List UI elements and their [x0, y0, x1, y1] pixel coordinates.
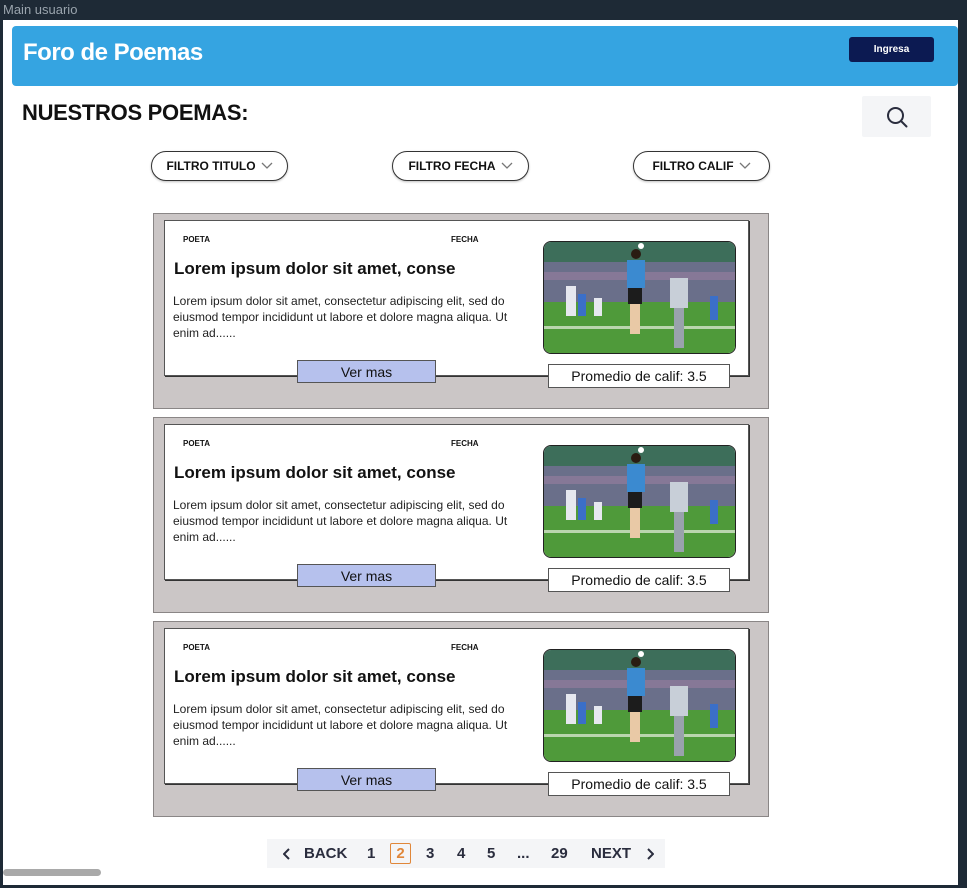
filter-fecha-dropdown[interactable]: FILTRO FECHA [392, 151, 529, 181]
poem-excerpt: Lorem ipsum dolor sit amet, consectetur … [173, 294, 508, 340]
filter-fecha-label: FILTRO FECHA [408, 159, 496, 173]
frame-label: Main usuario [3, 2, 78, 17]
poem-image [543, 649, 736, 762]
poem-image [543, 241, 736, 354]
filter-titulo-dropdown[interactable]: FILTRO TITULO [151, 151, 288, 181]
filter-calif-dropdown[interactable]: FILTRO CALIF [633, 151, 770, 181]
search-button[interactable] [862, 96, 931, 137]
poem-card: POETA FECHA Lorem ipsum dolor sit amet, … [153, 621, 769, 817]
poem-title: Lorem ipsum dolor sit amet, conse [174, 259, 456, 278]
chevron-down-icon [261, 162, 273, 169]
page-5[interactable]: 5 [487, 845, 495, 862]
pagination-back[interactable]: BACK [304, 845, 347, 862]
login-button[interactable]: Ingresa [849, 37, 934, 62]
poet-label: POETA [183, 643, 210, 652]
rating-badge: Promedio de calif: 3.5 [548, 364, 730, 388]
poet-label: POETA [183, 439, 210, 448]
chevron-right-icon[interactable] [646, 848, 654, 860]
poem-title: Lorem ipsum dolor sit amet, conse [174, 667, 456, 686]
rating-badge: Promedio de calif: 3.5 [548, 568, 730, 592]
poem-image [543, 445, 736, 558]
page-title: NUESTROS POEMAS: [22, 100, 249, 125]
main-canvas: Foro de Poemas Ingresa NUESTROS POEMAS: … [3, 20, 958, 885]
header-bar: Foro de Poemas Ingresa [12, 26, 958, 86]
poem-excerpt: Lorem ipsum dolor sit amet, consectetur … [173, 498, 508, 544]
page-ellipsis: ... [517, 845, 530, 862]
chevron-down-icon [739, 162, 751, 169]
poem-card-content: POETA FECHA Lorem ipsum dolor sit amet, … [164, 220, 749, 376]
football-photo-image [544, 446, 735, 557]
page-3[interactable]: 3 [426, 845, 434, 862]
ver-mas-button[interactable]: Ver mas [297, 768, 436, 791]
pagination-next[interactable]: NEXT [591, 845, 631, 862]
poem-card: POETA FECHA Lorem ipsum dolor sit amet, … [153, 213, 769, 409]
pagination: BACK 1 2 3 4 5 ... 29 NEXT [267, 839, 665, 868]
filter-titulo-label: FILTRO TITULO [166, 159, 256, 173]
football-photo-image [544, 242, 735, 353]
filter-calif-label: FILTRO CALIF [652, 159, 734, 173]
brand-title: Foro de Poemas [23, 39, 203, 66]
horizontal-scrollbar[interactable] [3, 869, 101, 876]
ver-mas-button[interactable]: Ver mas [297, 564, 436, 587]
page-4[interactable]: 4 [457, 845, 465, 862]
ver-mas-button[interactable]: Ver mas [297, 360, 436, 383]
chevron-left-icon[interactable] [283, 848, 291, 860]
football-photo-image [544, 650, 735, 761]
poem-card-content: POETA FECHA Lorem ipsum dolor sit amet, … [164, 628, 749, 784]
poem-card: POETA FECHA Lorem ipsum dolor sit amet, … [153, 417, 769, 613]
date-label: FECHA [451, 235, 479, 244]
poem-title: Lorem ipsum dolor sit amet, conse [174, 463, 456, 482]
date-label: FECHA [451, 439, 479, 448]
rating-badge: Promedio de calif: 3.5 [548, 772, 730, 796]
poet-label: POETA [183, 235, 210, 244]
page-2-current[interactable]: 2 [390, 843, 411, 864]
chevron-down-icon [501, 162, 513, 169]
poem-card-content: POETA FECHA Lorem ipsum dolor sit amet, … [164, 424, 749, 580]
poem-excerpt: Lorem ipsum dolor sit amet, consectetur … [173, 702, 508, 748]
page-29[interactable]: 29 [551, 845, 568, 862]
search-icon [886, 106, 907, 127]
page-1[interactable]: 1 [367, 845, 375, 862]
date-label: FECHA [451, 643, 479, 652]
